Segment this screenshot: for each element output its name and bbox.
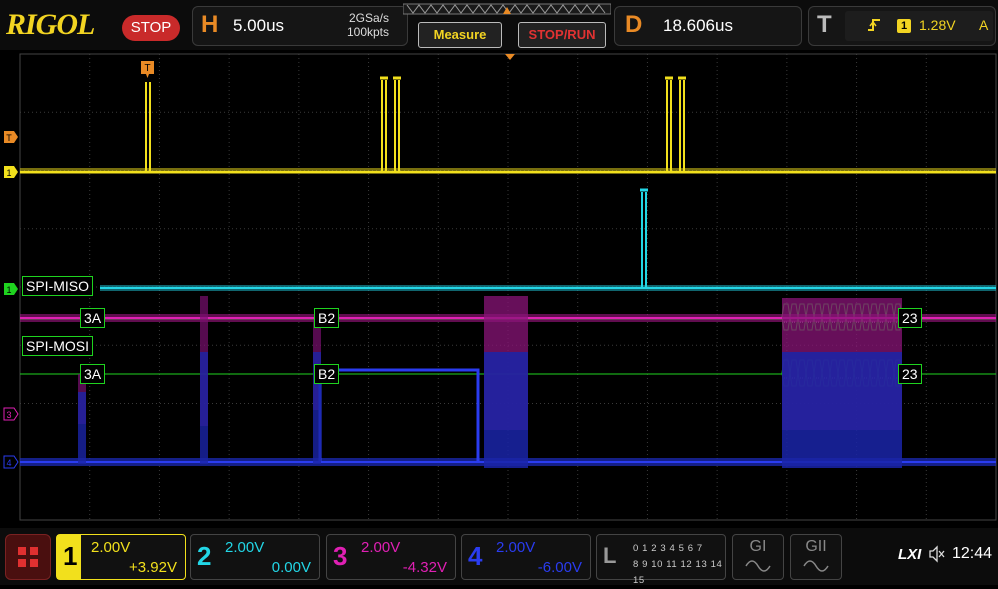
decode-marker-label: 1	[6, 285, 11, 295]
trigger-source-badge: 1	[897, 19, 911, 33]
trigger-position-arrow	[505, 54, 515, 60]
channel-2-number: 2	[197, 541, 212, 571]
sample-rate: 2GSa/s	[348, 11, 389, 25]
miso-byte-2: B2	[314, 308, 340, 328]
generator-2-label: GII	[805, 538, 827, 555]
mosi-byte-3: 23	[898, 364, 922, 384]
generator-1-box[interactable]: GI	[732, 534, 784, 580]
trigger-panel[interactable]: T 1 1.28V A	[808, 6, 996, 46]
channel-3-number: 3	[333, 541, 348, 571]
channel-4-trace	[20, 352, 996, 468]
channel-4-number: 4	[468, 541, 483, 571]
trigger-level: 1.28V	[919, 17, 956, 33]
delay-value: 18.606us	[663, 16, 733, 35]
logic-analyzer-box[interactable]: L 0 1 2 3 4 5 6 7 8 9 10 11 12 13 14 15	[596, 534, 726, 586]
ch4-offset-marker-label: 4	[6, 458, 11, 468]
logic-bits-row-2: 8 9 10 11 12 13 14 15	[633, 559, 723, 586]
trigger-point-label: T	[144, 63, 150, 74]
brand-logo: RIGOL	[6, 8, 95, 41]
speaker-muted-icon[interactable]	[928, 545, 946, 563]
trigger-mode: A	[979, 17, 989, 33]
sine-wave-icon	[745, 560, 771, 572]
channel-1-offset: +3.92V	[129, 559, 177, 576]
channel-3-box[interactable]: 3 2.00V -4.32V	[326, 534, 456, 580]
run-state-badge[interactable]: STOP	[122, 15, 180, 41]
timebase-value: 5.00us	[233, 16, 285, 35]
left-markers: T 1 1 3 4	[3, 131, 19, 469]
trigger-letter: T	[817, 11, 832, 38]
stop-run-button[interactable]: STOP/RUN	[518, 22, 606, 48]
generator-2-box[interactable]: GII	[790, 534, 842, 580]
channel-2-scale: 2.00V	[225, 539, 265, 556]
channel-1-number: 1	[63, 541, 78, 571]
channel-2-offset: 0.00V	[271, 559, 311, 576]
top-status-bar: RIGOL STOP H 5.00us 2GSa/s 100kpts Measu…	[0, 0, 998, 50]
sine-wave-icon	[803, 560, 829, 572]
mosi-byte-1: 3A	[80, 364, 106, 384]
delay-letter: D	[625, 11, 643, 38]
horizontal-letter: H	[201, 11, 219, 38]
channel-4-offset: -6.00V	[537, 559, 582, 576]
rising-edge-icon	[868, 19, 880, 31]
generator-1-label: GI	[749, 538, 767, 555]
menu-grid-icon	[18, 547, 38, 567]
channel-3-scale: 2.00V	[361, 539, 401, 556]
logic-bits-row-1: 0 1 2 3 4 5 6 7	[633, 543, 703, 554]
measure-button[interactable]: Measure	[418, 22, 502, 48]
clock: 12:44	[952, 545, 993, 562]
memory-position-strip[interactable]	[403, 2, 611, 18]
spi-mosi-label: SPI-MOSI	[22, 336, 94, 356]
channel-1-box[interactable]: 1 2.00V +3.92V	[56, 534, 186, 580]
waveform-display[interactable]: T T 1 1 3 4 SPI-MISO SPI-MOSI 3A B2 23 3…	[0, 52, 998, 528]
acquisition-info: 2GSa/s 100kpts	[347, 11, 389, 39]
channel-4-scale: 2.00V	[496, 539, 536, 556]
horizontal-panel[interactable]: H 5.00us 2GSa/s 100kpts	[192, 6, 408, 46]
channel-3-offset: -4.32V	[402, 559, 447, 576]
waveform-svg: T T 1 1 3 4	[3, 53, 997, 521]
main-menu-button[interactable]	[5, 534, 51, 580]
channel-2-box[interactable]: 2 2.00V 0.00V	[190, 534, 320, 580]
memory-depth: 100kpts	[346, 25, 389, 39]
lxi-logo: LXI	[898, 546, 922, 563]
mosi-byte-2: B2	[314, 364, 340, 384]
trigger-settings: 1 1.28V A	[845, 11, 993, 41]
channel-4-box[interactable]: 4 2.00V -6.00V	[461, 534, 591, 580]
spi-miso-label: SPI-MISO	[22, 276, 94, 296]
logic-bits: 0 1 2 3 4 5 6 7 8 9 10 11 12 13 14 15	[633, 541, 725, 589]
ch1-offset-marker-label: 1	[6, 168, 11, 178]
bottom-status-bar: 1 2.00V +3.92V 2 2.00V 0.00V 3 2.00V -4.…	[0, 528, 998, 586]
channel-1-scale: 2.00V	[91, 539, 131, 556]
miso-byte-1: 3A	[80, 308, 106, 328]
channel-2-trace	[100, 188, 996, 291]
trigger-level-marker-label: T	[6, 133, 12, 143]
delay-panel[interactable]: D 18.606us	[614, 6, 802, 46]
ch3-offset-marker-label: 3	[6, 410, 11, 420]
logic-letter: L	[603, 543, 617, 568]
miso-byte-3: 23	[898, 308, 922, 328]
